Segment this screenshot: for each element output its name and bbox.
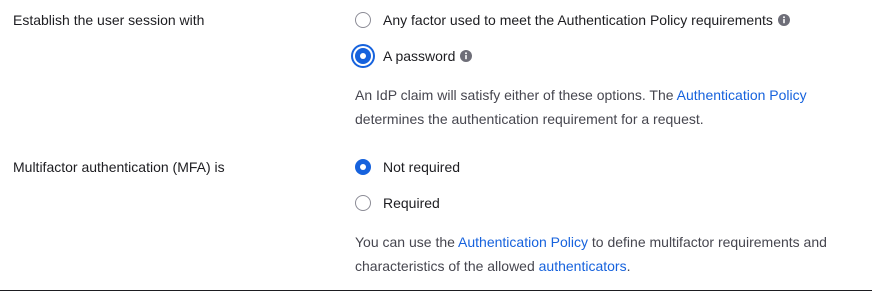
not-required-label: Not required <box>383 159 461 175</box>
info-icon[interactable] <box>777 14 790 27</box>
radio-not-required[interactable] <box>355 159 371 175</box>
authentication-policy-link-2[interactable]: Authentication Policy <box>458 234 588 250</box>
password-label: A password <box>383 48 456 64</box>
session-help-text: An IdP claim will satisfy either of thes… <box>355 87 807 127</box>
radio-required[interactable] <box>355 195 371 211</box>
mfa-option-required[interactable]: Required <box>355 193 440 213</box>
session-section-label: Establish the user session with <box>13 12 205 28</box>
settings-panel: Establish the user session with Any fact… <box>0 0 872 291</box>
mfa-help-text: You can use the Authentication Policy to… <box>355 234 827 274</box>
required-label: Required <box>383 195 440 211</box>
any-factor-label: Any factor used to meet the Authenticati… <box>383 12 773 28</box>
authentication-policy-link[interactable]: Authentication Policy <box>677 87 807 103</box>
mfa-option-not-required[interactable]: Not required <box>355 157 460 177</box>
radio-password[interactable] <box>355 48 371 64</box>
radio-any-factor[interactable] <box>355 12 371 28</box>
authenticators-link[interactable]: authenticators <box>539 258 627 274</box>
session-option-password[interactable]: A password <box>355 46 473 66</box>
info-icon[interactable] <box>460 50 473 63</box>
session-option-any-factor[interactable]: Any factor used to meet the Authenticati… <box>355 10 790 30</box>
mfa-section-label: Multifactor authentication (MFA) is <box>13 159 225 175</box>
